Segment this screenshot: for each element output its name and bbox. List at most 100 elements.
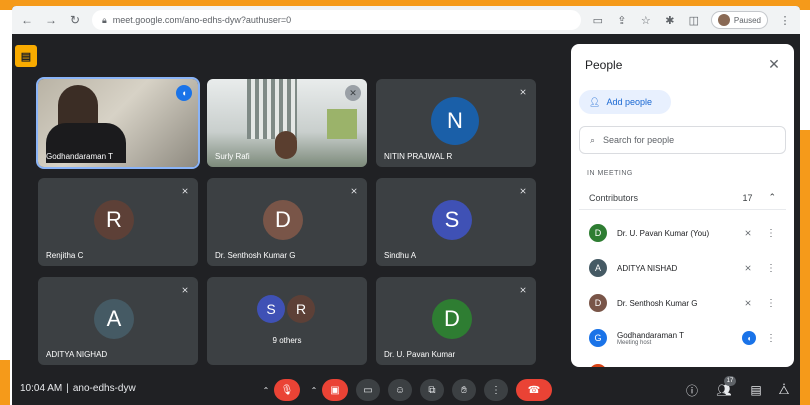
more-options-button[interactable]: ⋮ (484, 379, 508, 401)
menu-icon[interactable]: ⋮ (778, 14, 792, 27)
activities-icon: ⧊ (778, 382, 790, 397)
meeting-details-button[interactable]: ⓘ (682, 380, 702, 400)
camera-off-icon: ▣ (330, 384, 340, 396)
participant-name: Sindhu A (384, 251, 417, 260)
group-count: 17 (742, 192, 753, 203)
chat-button[interactable]: ▤ (746, 380, 766, 400)
search-input[interactable]: ⌕ Search for people (579, 126, 786, 154)
url-field[interactable]: 🔒︎ meet.google.com/ano-edhs-dyw?authuser… (92, 10, 581, 30)
star-icon[interactable]: ☆ (639, 14, 653, 27)
search-placeholder: Search for people (603, 135, 675, 145)
reload-icon[interactable]: ↻ (68, 13, 82, 27)
participant-name: NITIN PRAJWAL R (384, 152, 453, 161)
avatar-initial: G (594, 333, 602, 343)
list-item[interactable]: D Dr. U. Pavan Kumar (You) ⨯ ⋮ (579, 216, 786, 250)
more-options-icon[interactable]: ⋮ (766, 298, 776, 309)
participant-tile[interactable]: ◖ Godhandaraman T (36, 77, 200, 169)
back-icon[interactable]: ← (20, 13, 34, 27)
participant-name: Surly Rafi (215, 152, 250, 161)
reactions-button[interactable]: ☺ (388, 379, 412, 401)
group-label: Contributors (589, 192, 639, 203)
avatar-initial: A (106, 306, 122, 331)
leave-call-button[interactable]: ☎︎ (516, 379, 552, 401)
others-tile[interactable]: S R 9 others (207, 277, 367, 365)
participant-tile[interactable]: A ⨯ ADITYA NIGHAD (38, 277, 198, 365)
avatar: D (589, 294, 607, 312)
mic-off-icon[interactable]: ⨯ (740, 228, 756, 239)
avatar: A (94, 299, 134, 339)
more-options-icon[interactable]: ⋮ (766, 228, 776, 239)
participant-name: Dr. U. Pavan Kumar (384, 350, 456, 359)
forward-icon[interactable]: → (44, 13, 58, 27)
close-icon[interactable]: ✕ (764, 54, 784, 74)
mic-off-icon: ⨯ (181, 284, 189, 295)
meet-stage: ▤ ◖ Godhandaraman T ✕ Surly Rafi N ⨯ NIT… (12, 34, 800, 405)
chevron-up-icon[interactable]: ⌃ (308, 379, 320, 401)
add-people-button[interactable]: 👤︎ Add people (579, 90, 671, 114)
list-item[interactable] (579, 356, 786, 367)
chevron-up-icon[interactable]: ⌃ (260, 379, 272, 401)
mic-toggle-button[interactable]: 🎙︎ (274, 379, 300, 401)
panel-title: People (585, 58, 623, 72)
profile-button[interactable]: Paused (710, 11, 768, 29)
more-options-icon[interactable]: ⋮ (766, 263, 776, 274)
mic-off-icon[interactable]: ⨯ (740, 298, 756, 309)
camera-toggle-button[interactable]: ▣ (322, 379, 348, 401)
list-item[interactable]: G Godhandaraman T Meeting host ◖ ⋮ (579, 321, 786, 355)
avatar-initial: S (266, 301, 276, 317)
list-item[interactable]: A ADITYA NISHAD ⨯ ⋮ (579, 251, 786, 285)
people-count-badge: 17 (724, 376, 736, 386)
present-button[interactable]: ⧉ (420, 379, 444, 401)
meeting-code: ano-edhs-dyw (72, 383, 136, 394)
meeting-info: 10:04 AM | ano-edhs-dyw (20, 383, 136, 394)
more-options-icon[interactable]: ⋮ (766, 333, 776, 344)
captions-button[interactable]: ▭ (356, 379, 380, 401)
info-icon: ⓘ (685, 383, 698, 398)
person-role: Meeting host (617, 339, 652, 346)
participant-tile[interactable]: R ⨯ Renjitha C (38, 178, 198, 266)
search-icon: ⌕ (590, 134, 596, 145)
avatar: S (432, 200, 472, 240)
mic-off-icon: 🎙︎ (280, 384, 294, 396)
participant-tile[interactable]: D ⨯ Dr. U. Pavan Kumar (376, 277, 536, 365)
extensions-icon[interactable]: ✱ (663, 14, 677, 27)
phone-hangup-icon: ☎︎ (527, 384, 541, 396)
contributors-group[interactable]: Contributors 17 ⌃ (579, 186, 786, 210)
speaking-indicator-icon: ◖ (176, 85, 192, 101)
avatar-initial: D (444, 306, 460, 331)
avatar (717, 14, 730, 26)
present-icon: ⧉ (428, 384, 436, 396)
participant-tile[interactable]: N ⨯ NITIN PRAJWAL R (376, 79, 536, 167)
profile-label: Paused (733, 15, 761, 25)
activities-button[interactable]: ⧊ (774, 380, 794, 400)
participant-tile[interactable]: S ⨯ Sindhu A (376, 178, 536, 266)
chat-icon: ▤ (750, 383, 762, 397)
chevron-up-icon: ⌃ (768, 192, 776, 202)
speaking-indicator-icon: ◖ (742, 331, 756, 345)
add-people-label: Add people (606, 97, 652, 107)
list-item[interactable]: D Dr. Senthosh Kumar G ⨯ ⋮ (579, 286, 786, 320)
avatar: A (589, 259, 607, 277)
people-button[interactable]: 👥︎ 17 (714, 376, 736, 400)
participant-tile[interactable]: D ⨯ Dr. Senthosh Kumar G (207, 178, 367, 266)
tab-search-icon[interactable]: ◫ (687, 14, 701, 27)
more-options-icon: ⋮ (491, 384, 501, 396)
avatar-initial: D (275, 207, 291, 232)
avatar-initial: N (447, 108, 463, 133)
raise-hand-button[interactable]: ✋︎ (452, 379, 476, 401)
participant-name: ADITYA NIGHAD (46, 350, 108, 359)
divider: | (66, 383, 69, 394)
mic-off-icon: ⨯ (181, 185, 189, 196)
avatar-initial: R (106, 207, 122, 232)
avatar: S (257, 295, 285, 323)
mic-off-icon: ✕ (345, 85, 361, 101)
participant-tile[interactable]: ✕ Surly Rafi (207, 79, 367, 167)
section-label: IN MEETING (587, 170, 633, 177)
meeting-details-icon[interactable]: ▤ (15, 45, 37, 67)
mic-off-icon[interactable]: ⨯ (740, 263, 756, 274)
mic-off-icon: ⨯ (519, 185, 527, 196)
cast-icon[interactable]: ▭ (591, 14, 605, 27)
avatar: D (432, 299, 472, 339)
share-icon[interactable]: ⇪ (615, 14, 629, 27)
meeting-time: 10:04 AM (20, 383, 63, 394)
